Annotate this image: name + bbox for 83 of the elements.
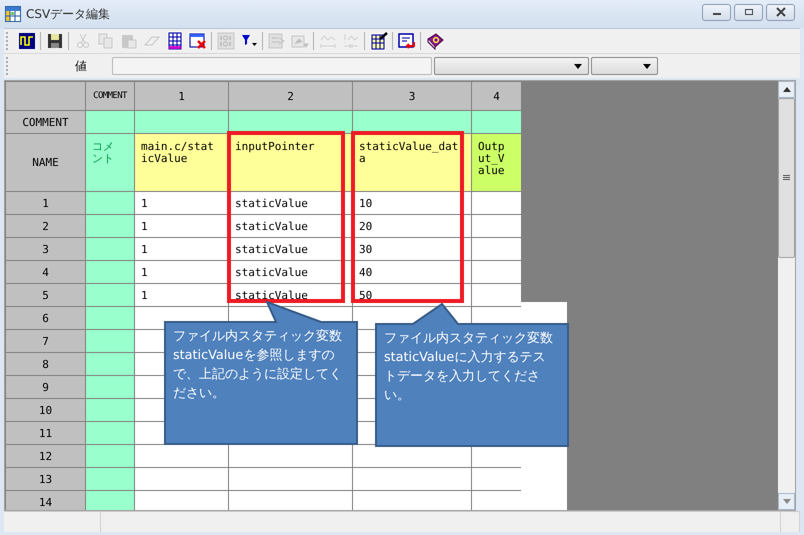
table-cell: 40 bbox=[352, 260, 472, 284]
scroll-down-icon bbox=[782, 499, 790, 504]
value-label: 値 bbox=[75, 58, 88, 74]
name-cell: inputPointer bbox=[228, 134, 352, 192]
close-button[interactable] bbox=[766, 4, 795, 20]
row-header[interactable]: COMMENT bbox=[6, 110, 86, 134]
column-header[interactable]: 3 bbox=[352, 82, 472, 110]
comment-cell bbox=[472, 110, 522, 134]
wave-shrink-icon bbox=[342, 32, 360, 50]
table-cell bbox=[86, 398, 134, 422]
table-cell: 1 bbox=[134, 260, 228, 284]
row-header[interactable]: NAME bbox=[6, 134, 86, 192]
dropdown-arrow-icon bbox=[574, 64, 582, 68]
row-header[interactable]: 14 bbox=[6, 490, 86, 510]
column-header[interactable]: 2 bbox=[228, 82, 352, 110]
name-cell: コメント bbox=[86, 134, 134, 192]
table-cell bbox=[472, 214, 522, 238]
maximize-button[interactable] bbox=[734, 4, 763, 20]
table-cell bbox=[86, 422, 134, 444]
row-header[interactable]: 9 bbox=[6, 376, 86, 398]
table-cell bbox=[86, 260, 134, 284]
row-header[interactable]: 3 bbox=[6, 238, 86, 260]
copy-icon bbox=[96, 32, 114, 50]
grid-icon bbox=[166, 32, 184, 50]
vertical-scrollbar[interactable] bbox=[778, 81, 795, 510]
export-icon bbox=[268, 32, 286, 50]
row-header[interactable]: 11 bbox=[6, 422, 86, 444]
row-header[interactable]: 2 bbox=[6, 214, 86, 238]
book-icon bbox=[426, 32, 444, 50]
table-icon bbox=[5, 6, 21, 22]
table-cell bbox=[86, 444, 134, 468]
name-cell: staticValue_data bbox=[352, 134, 472, 192]
dropdown-arrow-icon bbox=[643, 64, 651, 68]
maximize-icon bbox=[744, 7, 754, 17]
table-cell: 1 bbox=[134, 192, 228, 214]
save-icon bbox=[46, 32, 64, 50]
table-cell bbox=[86, 306, 134, 330]
table-cell bbox=[86, 330, 134, 352]
name-cell: Output_Value bbox=[472, 134, 522, 192]
row-header[interactable]: 7 bbox=[6, 330, 86, 352]
table-cell bbox=[472, 192, 522, 214]
binary-icon bbox=[216, 32, 234, 50]
table-cell: 1 bbox=[134, 284, 228, 306]
row-header[interactable]: 13 bbox=[6, 468, 86, 490]
row-header[interactable]: 8 bbox=[6, 352, 86, 376]
table-cell bbox=[472, 260, 522, 284]
table-cell bbox=[86, 352, 134, 376]
name-cell: main.c/staticValue bbox=[134, 134, 228, 192]
table-edit-icon bbox=[370, 32, 388, 50]
return-icon bbox=[398, 32, 416, 50]
table-cell bbox=[86, 238, 134, 260]
table-cell bbox=[86, 376, 134, 398]
table-cell bbox=[86, 284, 134, 306]
column-header[interactable]: 1 bbox=[134, 82, 228, 110]
table-cell: 1 bbox=[134, 238, 228, 260]
dropdown[interactable] bbox=[591, 57, 658, 75]
comment-cell bbox=[86, 110, 134, 134]
table-cell bbox=[86, 468, 134, 490]
table-cell: 10 bbox=[352, 192, 472, 214]
column-header[interactable]: COMMENT bbox=[86, 82, 134, 110]
paste-icon bbox=[120, 32, 138, 50]
table-cell: 1 bbox=[134, 214, 228, 238]
row-header[interactable]: 1 bbox=[6, 192, 86, 214]
row-header[interactable]: 12 bbox=[6, 444, 86, 468]
grid-delete-icon bbox=[188, 32, 206, 50]
close-icon bbox=[776, 7, 786, 17]
table-cell bbox=[86, 214, 134, 238]
row-header[interactable]: 6 bbox=[6, 306, 86, 330]
table-cell bbox=[472, 238, 522, 260]
window-title: CSVデータ編集 bbox=[26, 6, 110, 22]
minimize-button[interactable] bbox=[702, 4, 731, 20]
scroll-up-icon bbox=[782, 87, 790, 92]
column-header[interactable]: 4 bbox=[472, 82, 522, 110]
row-header[interactable]: 5 bbox=[6, 284, 86, 306]
table-cell: 20 bbox=[352, 214, 472, 238]
table-cell: 30 bbox=[352, 238, 472, 260]
dropdown[interactable] bbox=[434, 57, 589, 75]
row-header[interactable]: 10 bbox=[6, 398, 86, 422]
value-field[interactable] bbox=[112, 57, 432, 75]
table-cell bbox=[86, 192, 134, 214]
grip-icon bbox=[783, 175, 790, 181]
row-header[interactable]: 4 bbox=[6, 260, 86, 284]
wave-icon bbox=[18, 32, 36, 50]
